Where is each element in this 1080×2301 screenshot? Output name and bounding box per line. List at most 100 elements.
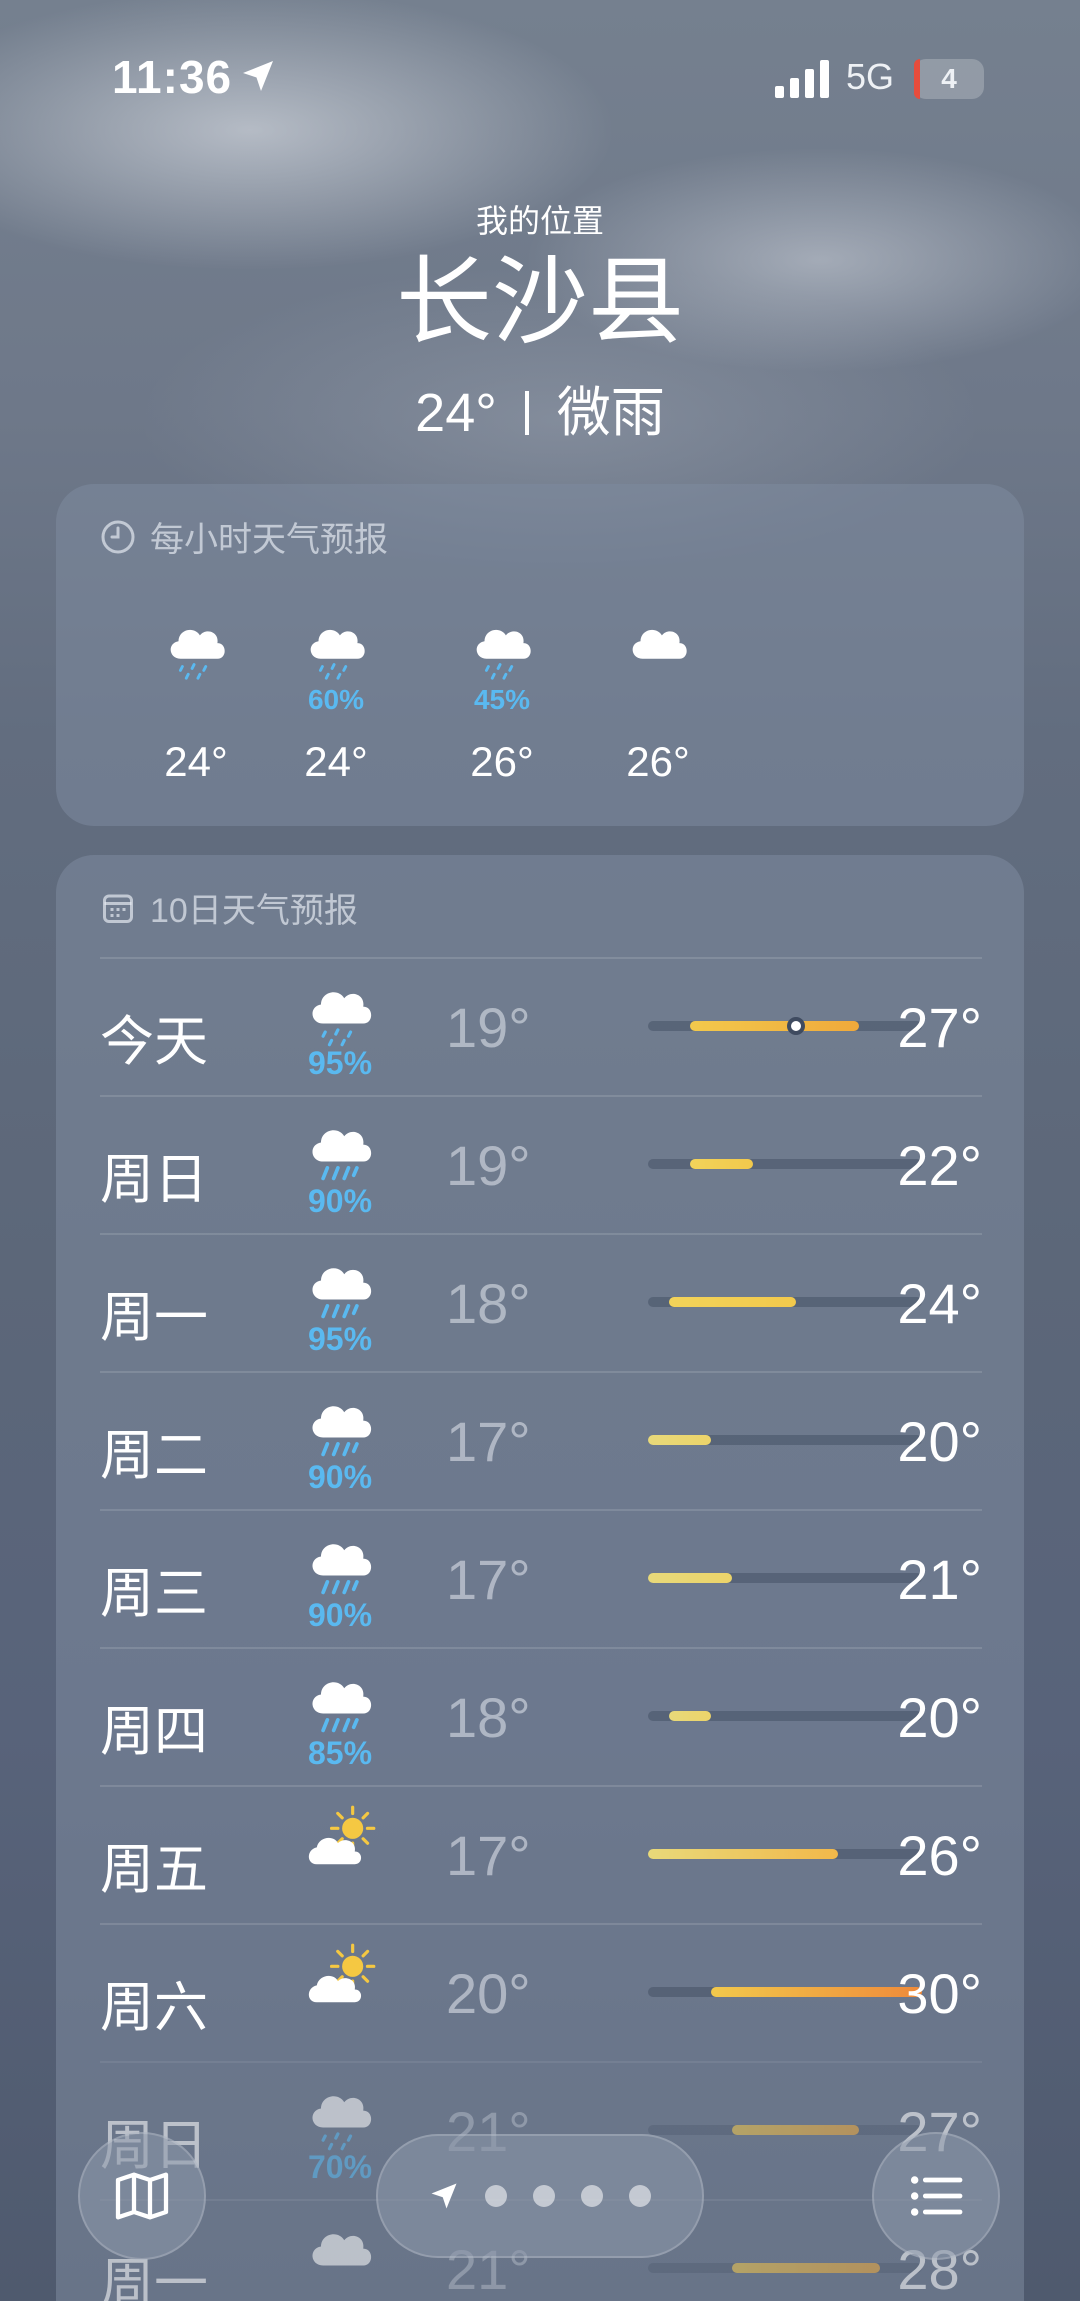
high-temp: 21° xyxy=(897,1548,982,1611)
network-type: 5G xyxy=(846,56,895,97)
forecast-row[interactable]: 周四 85% 18° 20° xyxy=(100,1647,982,1787)
hourly-item: 24° xyxy=(116,614,276,786)
forecast-row[interactable]: 周五 17° 26° xyxy=(100,1785,982,1925)
high-temp: 20° xyxy=(897,1410,982,1473)
temp-range-bar xyxy=(648,1573,922,1583)
temp-range-bar xyxy=(648,1017,922,1035)
current-temp-marker xyxy=(786,1017,805,1035)
temp-range-bar xyxy=(648,1987,922,1997)
precip-chance: 70% xyxy=(307,2149,373,2185)
precip-chance xyxy=(116,684,276,714)
rain-icon xyxy=(300,1251,380,1327)
temp-range-fill xyxy=(711,1987,922,1997)
my-location-label: 我的位置 xyxy=(475,203,604,239)
temp-range-bar xyxy=(648,1849,922,1859)
ten-day-forecast-card[interactable]: 10日天气预报 今天 95% 19° 27° 周日 90% 19° 22° 周一 95% 18° 24… xyxy=(56,855,1024,2301)
hourly-temp: 26° xyxy=(470,738,534,785)
day-label: 周日 xyxy=(100,1150,208,1210)
low-temp: 18° xyxy=(446,1686,531,1749)
hourly-temp: 26° xyxy=(626,738,690,785)
precip-chance xyxy=(290,2011,390,2041)
rain-icon xyxy=(300,1527,380,1603)
location-header: 我的位置 长沙县 24° 微雨 xyxy=(0,190,1080,447)
page-dot[interactable] xyxy=(485,2185,507,2207)
city-name: 长沙县 xyxy=(396,249,684,356)
high-temp: 26° xyxy=(897,1824,982,1887)
ten-day-title-text: 10日天气预报 xyxy=(150,892,358,930)
forecast-row[interactable]: 周二 90% 17° 20° xyxy=(100,1371,982,1511)
partly-sunny-icon xyxy=(300,1803,380,1879)
list-icon xyxy=(910,2176,963,2216)
separator xyxy=(524,390,529,435)
temp-range-bar xyxy=(648,2125,922,2135)
temp-range-bar xyxy=(648,1297,922,1307)
precip-chance: 60% xyxy=(307,684,365,715)
rain-icon xyxy=(300,1389,380,1465)
city-list-button[interactable] xyxy=(872,2132,1000,2260)
hourly-forecast-card[interactable]: 每小时天气预报 24° 60% 24° 45% 26° 26° xyxy=(56,484,1024,826)
precip-chance: 90% xyxy=(307,1459,373,1495)
precip-chance xyxy=(578,684,738,714)
hourly-title-text: 每小时天气预报 xyxy=(150,521,388,559)
temp-range-fill xyxy=(648,1435,712,1445)
precip-chance xyxy=(290,2287,390,2301)
day-label: 周一 xyxy=(100,1288,208,1348)
low-temp: 19° xyxy=(446,1134,531,1197)
precip-chance: 90% xyxy=(307,1183,373,1219)
precip-chance: 95% xyxy=(307,1321,373,1357)
clock-icon xyxy=(101,520,135,553)
map-button[interactable] xyxy=(78,2132,206,2260)
temp-range-fill xyxy=(690,1021,859,1031)
hourly-forecast-title: 每小时天气预报 xyxy=(100,512,388,561)
high-temp: 30° xyxy=(897,1962,982,2025)
drizzle-icon xyxy=(256,614,416,684)
day-label: 周五 xyxy=(100,1840,208,1900)
precip-chance: 85% xyxy=(307,1735,373,1771)
day-label: 今天 xyxy=(100,1012,208,1072)
day-label: 周四 xyxy=(100,1702,208,1762)
temp-range-fill xyxy=(732,2125,859,2135)
forecast-row[interactable]: 周日 90% 19° 22° xyxy=(100,1095,982,1235)
page-dot[interactable] xyxy=(629,2185,651,2207)
drizzle-icon xyxy=(422,614,582,684)
forecast-row[interactable]: 周三 90% 17° 21° xyxy=(100,1509,982,1649)
hourly-item: 26° xyxy=(578,614,738,786)
page-indicator[interactable] xyxy=(376,2134,704,2258)
signal-icon xyxy=(775,60,829,98)
high-temp: 22° xyxy=(897,1134,982,1197)
forecast-row[interactable]: 周一 95% 18° 24° xyxy=(100,1233,982,1373)
drizzle-icon xyxy=(300,975,380,1051)
hourly-temp: 24° xyxy=(164,738,228,785)
battery-level: 4 xyxy=(941,63,957,94)
temp-range-bar xyxy=(648,1435,922,1445)
page-dot[interactable] xyxy=(581,2185,603,2207)
low-temp: 17° xyxy=(446,1824,531,1887)
forecast-row[interactable]: 今天 95% 19° 27° xyxy=(100,957,982,1097)
cloud-icon xyxy=(300,2217,380,2293)
day-label: 周六 xyxy=(100,1978,208,2038)
hourly-item: 60% 24° xyxy=(256,614,416,786)
precip-chance: 90% xyxy=(307,1597,373,1633)
status-bar: 11:36 5G 4 xyxy=(0,0,1080,150)
precip-chance: 45% xyxy=(473,684,531,715)
hourly-temp: 24° xyxy=(304,738,368,785)
temp-range-fill xyxy=(732,2263,880,2273)
high-temp: 27° xyxy=(897,996,982,1059)
temp-range-bar xyxy=(648,1159,922,1169)
precip-chance: 95% xyxy=(307,1045,373,1081)
low-temp: 17° xyxy=(446,1548,531,1611)
high-temp: 20° xyxy=(897,1686,982,1749)
location-arrow-icon xyxy=(243,61,273,91)
precip-chance xyxy=(290,1873,390,1903)
partly-sunny-icon xyxy=(300,1941,380,2017)
low-temp: 18° xyxy=(446,1272,531,1335)
current-condition: 微雨 xyxy=(556,383,665,443)
forecast-row[interactable]: 周六 20° 30° xyxy=(100,1923,982,2063)
status-time: 11:36 xyxy=(112,51,233,103)
ten-day-forecast-title: 10日天气预报 xyxy=(100,883,358,932)
temp-range-fill xyxy=(669,1297,796,1307)
current-temperature: 24° xyxy=(415,383,497,443)
low-temp: 19° xyxy=(446,996,531,1059)
page-dot[interactable] xyxy=(533,2185,555,2207)
rain-icon xyxy=(300,1665,380,1741)
